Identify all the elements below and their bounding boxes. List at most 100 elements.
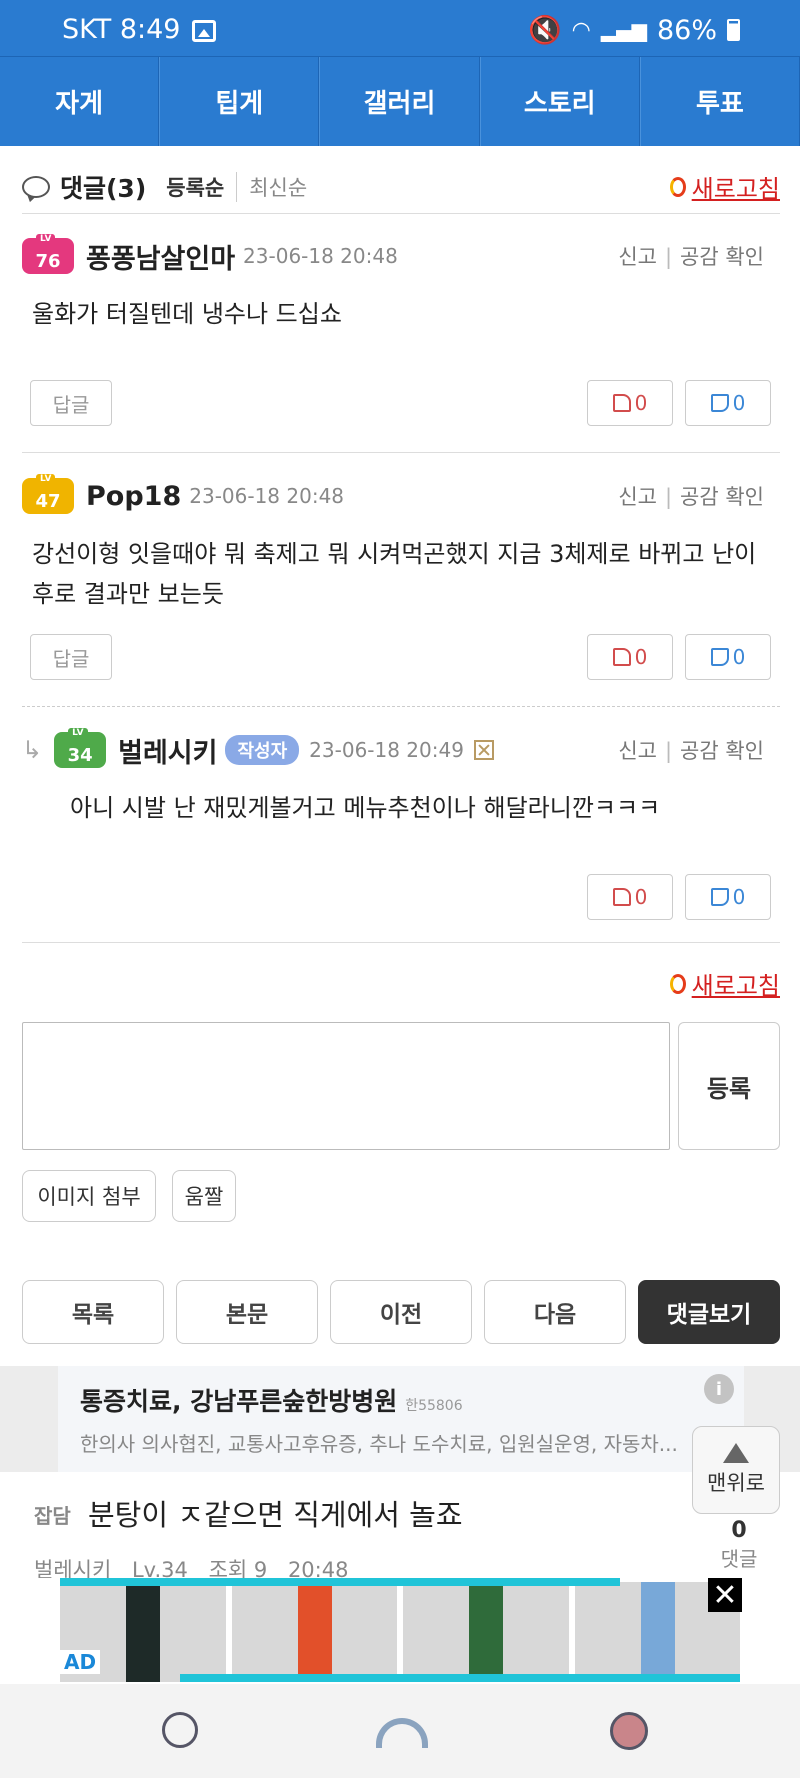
- status-bar: SKT 8:49 🔇 ◠ ▂▄▆ 86%: [0, 0, 800, 56]
- ad-title: 통증치료, 강남푸른숲한방병원 한55806: [80, 1387, 463, 1416]
- reply-button[interactable]: 답글: [30, 634, 112, 680]
- tab-story[interactable]: 스토리: [479, 57, 640, 146]
- comment-divider: [22, 452, 780, 453]
- scroll-top-label: 맨위로: [707, 1471, 765, 1495]
- ad-close-button[interactable]: ✕: [708, 1578, 742, 1613]
- home-circle-icon[interactable]: [162, 1712, 198, 1748]
- status-right: 🔇 ◠ ▂▄▆ 86%: [528, 14, 740, 46]
- thumb-down-icon: [710, 394, 729, 412]
- tab-tips[interactable]: 팁게: [159, 57, 320, 146]
- thumb-down-icon: [710, 648, 729, 666]
- top-nav: 자게 팁게 갤러리 스토리 투표: [0, 56, 800, 146]
- level-badge: LV 76: [22, 234, 74, 274]
- system-nav-bar: [0, 1684, 800, 1778]
- list-button[interactable]: 목록: [22, 1280, 164, 1344]
- post-list-item[interactable]: 잡담 분탕이 ㅈ같으면 직게에서 놀죠 벌레시키 Lv.34 조회 9 20:4…: [0, 1472, 800, 1582]
- downvote-button[interactable]: 0: [685, 380, 771, 426]
- comment-actions: 신고 | 공감 확인: [618, 739, 764, 763]
- thumb-down-icon: [710, 888, 729, 906]
- comment-meta: LV 76 퐁퐁남살인마 23-06-18 20:48 신고 | 공감 확인: [22, 234, 780, 278]
- attach-image-button[interactable]: 이미지 첨부: [22, 1170, 156, 1222]
- level-badge: LV 47: [22, 474, 74, 514]
- ad-product-image: [403, 1582, 569, 1682]
- arrow-up-icon: [723, 1443, 749, 1463]
- empathy-link[interactable]: 공감 확인: [680, 739, 764, 763]
- comment-item: LV 76 퐁퐁남살인마 23-06-18 20:48 신고 | 공감 확인 울화가 …: [22, 230, 780, 450]
- post-title[interactable]: 분탕이 ㅈ같으면 직게에서 놀죠: [88, 1492, 463, 1534]
- comment-text: 아니 시발 난 재밌게볼거고 메뉴추천이나 해달라니깐ㅋㅋㅋ: [70, 794, 661, 822]
- ad-product-image: [231, 1582, 397, 1682]
- empathy-link[interactable]: 공감 확인: [680, 245, 764, 269]
- tab-vote[interactable]: 투표: [639, 57, 800, 146]
- profile-circle-icon[interactable]: [610, 1712, 648, 1750]
- comment-nickname[interactable]: 퐁퐁남살인마: [86, 237, 235, 276]
- comments-title: 댓글(3): [60, 173, 147, 203]
- reply-button[interactable]: 답글: [30, 380, 112, 426]
- comment-textarea[interactable]: [22, 1022, 670, 1150]
- gif-button[interactable]: 움짤: [172, 1170, 236, 1222]
- post-category: 잡담: [34, 1504, 71, 1528]
- reply-arrow-icon: ↳: [22, 736, 43, 764]
- thumb-up-icon: [612, 394, 631, 412]
- ad-tag: AD: [60, 1650, 101, 1674]
- body-button[interactable]: 본문: [176, 1280, 318, 1344]
- ad-description: 한의사 의사협진, 교통사고후유증, 추나 도수치료, 입원실운영, 자동차..…: [80, 1432, 678, 1456]
- comments-header: 댓글(3) 등록순 최신순 새로고침: [22, 160, 780, 214]
- report-link[interactable]: 신고: [618, 485, 657, 509]
- comment-nickname[interactable]: Pop18: [86, 481, 181, 512]
- ad-banner[interactable]: 통증치료, 강남푸른숲한방병원 한55806 한의사 의사협진, 교통사고후유증,…: [0, 1366, 800, 1472]
- downvote-button[interactable]: 0: [685, 634, 771, 680]
- tab-free[interactable]: 자게: [0, 57, 160, 146]
- upvote-button[interactable]: 0: [587, 874, 673, 920]
- upvote-button[interactable]: 0: [587, 634, 673, 680]
- mute-icon: 🔇: [528, 15, 562, 46]
- ad-product-images: [60, 1582, 740, 1682]
- refresh-icon: [669, 176, 686, 197]
- report-link[interactable]: 신고: [618, 245, 657, 269]
- author-tag: 작성자: [225, 735, 300, 765]
- refresh-link[interactable]: 새로고침: [669, 169, 780, 204]
- post-comment-count: 0 댓글: [720, 1518, 758, 1571]
- refresh-label: 새로고침: [691, 175, 780, 203]
- sort-by-latest[interactable]: 최신순: [237, 172, 307, 202]
- register-button[interactable]: 등록: [678, 1022, 780, 1150]
- comment-date: 23-06-18 20:48: [189, 484, 345, 508]
- bottom-ad[interactable]: AD ✕: [0, 1578, 800, 1684]
- tab-gallery[interactable]: 갤러리: [319, 57, 480, 146]
- comment-item: LV 47 Pop18 23-06-18 20:48 신고 | 공감 확인 강선이형 …: [22, 470, 780, 700]
- reply-comment-item: ↳ LV 34 벌레시키 작성자 23-06-18 20:49 신고 | 공감 확인 …: [22, 724, 780, 944]
- comment-text: 강선이형 잇을때야 뭐 축제고 뭐 시켜먹곤했지 지금 3체제로 바뀌고 난이후…: [32, 540, 757, 608]
- refresh-link-bottom[interactable]: 새로고침: [669, 966, 780, 1001]
- battery-icon: [727, 19, 740, 41]
- refresh-label: 새로고침: [691, 972, 780, 1000]
- ad-inner: 통증치료, 강남푸른숲한방병원 한55806 한의사 의사협진, 교통사고후유증,…: [58, 1366, 744, 1472]
- signal-icon: ▂▄▆: [600, 18, 647, 42]
- status-time: SKT 8:49: [62, 14, 181, 45]
- thumb-up-icon: [612, 648, 631, 666]
- ad-accent-bar: [60, 1578, 620, 1586]
- level-badge: LV 34: [54, 728, 107, 768]
- comment-date: 23-06-18 20:48: [243, 244, 398, 268]
- app-arch-icon[interactable]: [376, 1718, 428, 1748]
- sort-by-registration[interactable]: 등록순: [166, 171, 238, 202]
- thumb-up-icon: [612, 888, 631, 906]
- downvote-button[interactable]: 0: [685, 874, 771, 920]
- prev-button[interactable]: 이전: [330, 1280, 472, 1344]
- view-comments-button[interactable]: 댓글보기: [638, 1280, 780, 1344]
- comment-date: 23-06-18 20:49: [309, 738, 464, 762]
- empathy-link[interactable]: 공감 확인: [680, 485, 764, 509]
- comments-end-divider: [22, 942, 780, 943]
- next-button[interactable]: 다음: [484, 1280, 626, 1344]
- report-link[interactable]: 신고: [618, 739, 657, 763]
- comment-meta: LV 47 Pop18 23-06-18 20:48 신고 | 공감 확인: [22, 474, 780, 518]
- comment-nickname[interactable]: 벌레시키: [118, 731, 217, 770]
- info-icon[interactable]: i: [704, 1374, 734, 1404]
- reply-divider: [22, 706, 780, 707]
- ad-accent-bar: [180, 1674, 740, 1682]
- scroll-top-button[interactable]: 맨위로: [692, 1426, 780, 1514]
- delete-icon[interactable]: [473, 740, 494, 760]
- comment-actions: 신고 | 공감 확인: [618, 245, 764, 269]
- battery-text: 86%: [656, 14, 717, 46]
- upvote-button[interactable]: 0: [587, 380, 673, 426]
- ad-phone: 한55806: [405, 1398, 463, 1414]
